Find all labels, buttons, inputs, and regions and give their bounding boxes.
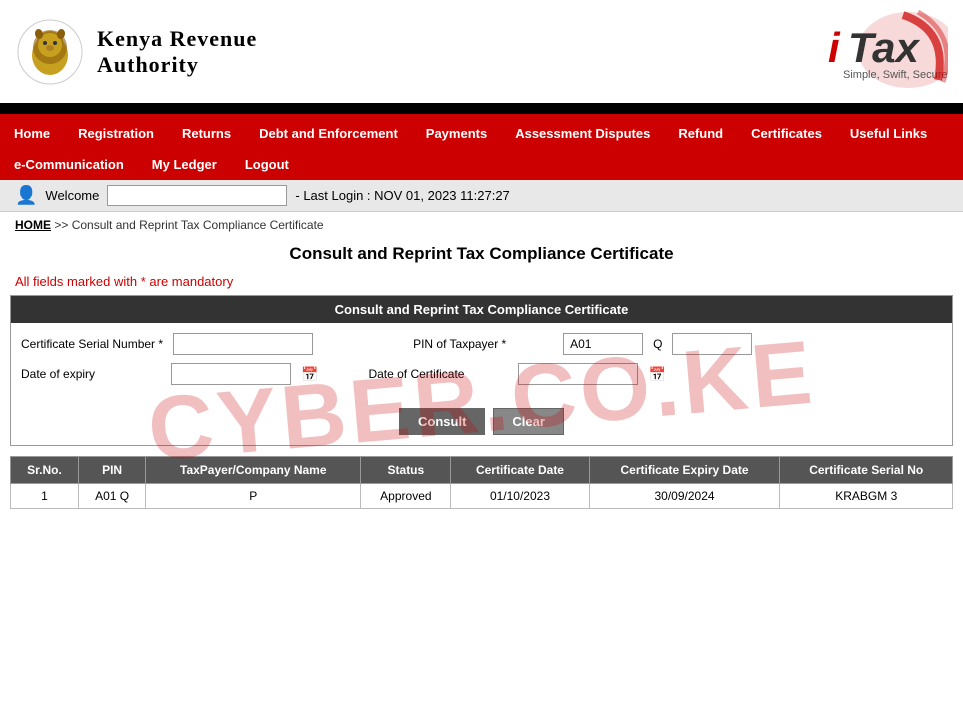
consult-form-section: Consult and Reprint Tax Compliance Certi…: [10, 295, 953, 446]
col-cert-serial: Certificate Serial No: [780, 457, 953, 484]
col-status: Status: [361, 457, 451, 484]
breadcrumb-separator: >>: [54, 218, 68, 232]
nav-returns[interactable]: Returns: [168, 118, 245, 149]
nav-refund[interactable]: Refund: [664, 118, 737, 149]
svg-text:Simple, Swift, Secure: Simple, Swift, Secure: [843, 69, 948, 81]
nav-payments[interactable]: Payments: [412, 118, 501, 149]
itax-brand-graphic: i Tax Simple, Swift, Secure: [748, 10, 948, 90]
nav-my-ledger[interactable]: My Ledger: [138, 149, 231, 180]
breadcrumb-home[interactable]: HOME: [15, 218, 51, 232]
col-cert-expiry-date: Certificate Expiry Date: [589, 457, 780, 484]
table-cell: Approved: [361, 484, 451, 509]
black-divider: [0, 106, 963, 114]
form-watermark-container: CYBER.CO.KE Consult and Reprint Tax Comp…: [0, 295, 963, 509]
table-row: 1A01 QPApproved01/10/202330/09/2024KRABG…: [11, 484, 953, 509]
col-taxpayer-name: TaxPayer/Company Name: [146, 457, 361, 484]
date-cert-input[interactable]: [518, 363, 638, 385]
breadcrumb: HOME >> Consult and Reprint Tax Complian…: [0, 212, 963, 238]
cert-serial-input[interactable]: [173, 333, 313, 355]
pin-label: PIN of Taxpayer *: [413, 337, 553, 351]
table-cell: KRABGM 3: [780, 484, 953, 509]
page-title: Consult and Reprint Tax Compliance Certi…: [0, 238, 963, 270]
nav-assessment-disputes[interactable]: Assessment Disputes: [501, 118, 664, 149]
pin-suffix: Q: [653, 337, 662, 351]
username-field[interactable]: [107, 185, 287, 206]
mandatory-note: All fields marked with * are mandatory: [0, 270, 963, 295]
page-header: Kenya Revenue Authority i Tax Simple, Sw…: [0, 0, 963, 106]
form-body: Certificate Serial Number * PIN of Taxpa…: [11, 323, 952, 403]
date-cert-calendar-icon[interactable]: 📅: [648, 366, 665, 383]
date-expiry-calendar-icon[interactable]: 📅: [301, 366, 318, 383]
org-name: Kenya Revenue Authority: [97, 26, 257, 78]
cert-serial-row: Certificate Serial Number * PIN of Taxpa…: [21, 333, 942, 355]
main-navigation: Home Registration Returns Debt and Enfor…: [0, 118, 963, 180]
date-cert-label: Date of Certificate: [368, 367, 508, 381]
nav-debt-enforcement[interactable]: Debt and Enforcement: [245, 118, 412, 149]
svg-text:Tax: Tax: [848, 24, 920, 71]
welcome-text: Welcome: [45, 188, 99, 203]
table-cell: A01 Q: [79, 484, 146, 509]
pin-extra-input[interactable]: [672, 333, 752, 355]
consult-button[interactable]: Consult: [399, 408, 485, 435]
col-pin: PIN: [79, 457, 146, 484]
breadcrumb-current: Consult and Reprint Tax Compliance Certi…: [72, 218, 324, 232]
user-icon: 👤: [15, 185, 37, 206]
cert-serial-label: Certificate Serial Number *: [21, 337, 163, 351]
lion-icon: [15, 17, 85, 87]
kra-logo: Kenya Revenue Authority: [15, 17, 257, 87]
pin-input[interactable]: [563, 333, 643, 355]
nav-home[interactable]: Home: [0, 118, 64, 149]
nav-useful-links[interactable]: Useful Links: [836, 118, 941, 149]
date-row: Date of expiry 📅 Date of Certificate 📅: [21, 363, 942, 385]
form-section-title: Consult and Reprint Tax Compliance Certi…: [11, 296, 952, 323]
results-table: Sr.No. PIN TaxPayer/Company Name Status …: [10, 456, 953, 509]
table-header-row: Sr.No. PIN TaxPayer/Company Name Status …: [11, 457, 953, 484]
welcome-bar: 👤 Welcome - Last Login : NOV 01, 2023 11…: [0, 180, 963, 212]
date-expiry-label: Date of expiry: [21, 367, 161, 381]
table-cell: 01/10/2023: [451, 484, 589, 509]
col-cert-date: Certificate Date: [451, 457, 589, 484]
itax-logo-container: i Tax Simple, Swift, Secure: [748, 10, 948, 93]
svg-text:i: i: [828, 24, 841, 71]
nav-logout[interactable]: Logout: [231, 149, 303, 180]
table-cell: P: [146, 484, 361, 509]
table-cell: 30/09/2024: [589, 484, 780, 509]
clear-button[interactable]: Clear: [493, 408, 564, 435]
col-srno: Sr.No.: [11, 457, 79, 484]
nav-ecommunication[interactable]: e-Communication: [0, 149, 138, 180]
nav-certificates[interactable]: Certificates: [737, 118, 836, 149]
form-buttons: Consult Clear: [11, 403, 952, 445]
nav-registration[interactable]: Registration: [64, 118, 168, 149]
last-login-text: - Last Login : NOV 01, 2023 11:27:27: [295, 188, 509, 203]
date-expiry-input[interactable]: [171, 363, 291, 385]
table-cell: 1: [11, 484, 79, 509]
